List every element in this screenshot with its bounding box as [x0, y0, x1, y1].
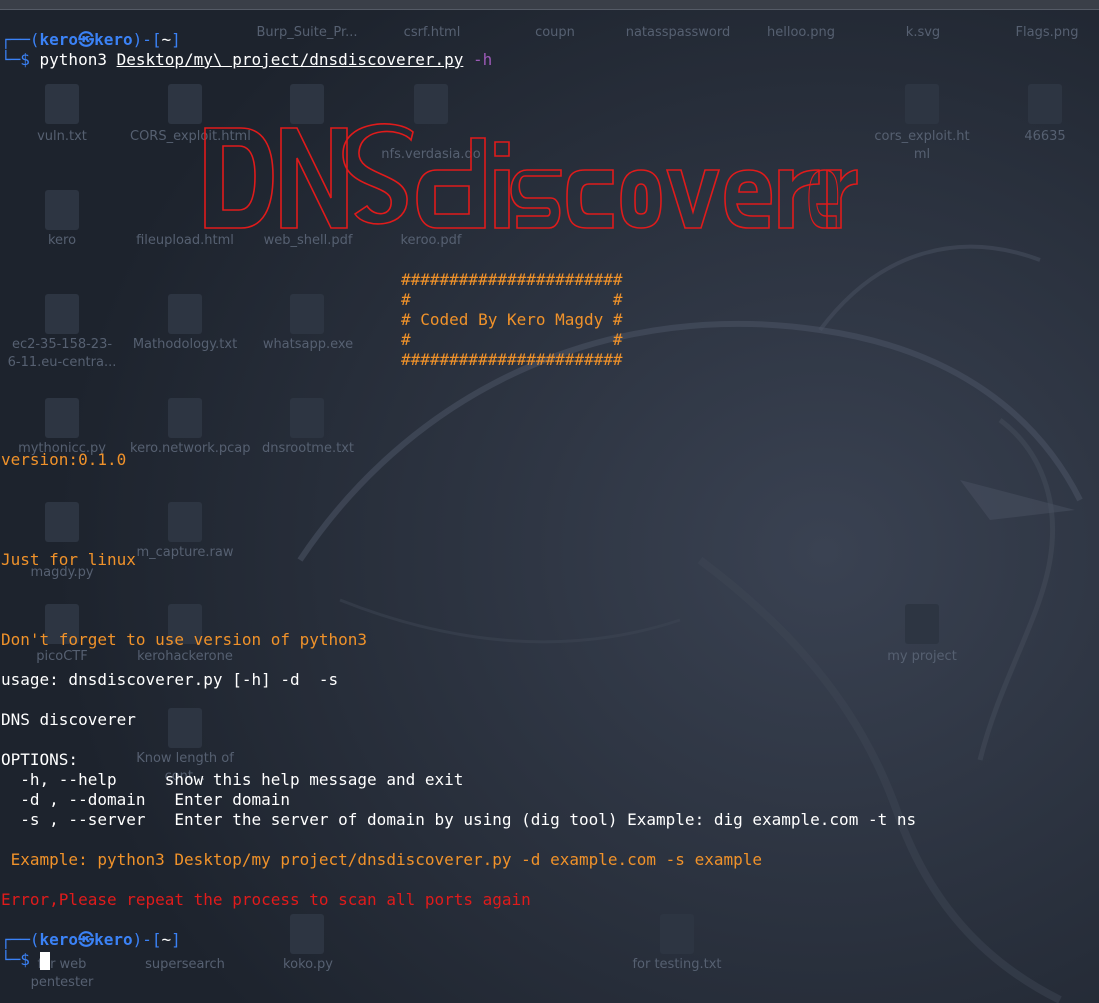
- dnsdiscoverer-banner-art: [204, 123, 858, 229]
- hash-box-line: #######################: [401, 350, 623, 369]
- input-line[interactable]: └─$: [1, 950, 50, 970]
- hash-box-line: # #: [401, 330, 623, 349]
- options-header: OPTIONS:: [1, 750, 79, 769]
- command-text: python3: [39, 50, 117, 69]
- prompt-user: kero㉿kero: [39, 930, 133, 949]
- prompt-directory: ~: [161, 930, 172, 949]
- hash-box-line: # #: [401, 290, 623, 309]
- command-path: Desktop/my\ project/dnsdiscoverer.py: [116, 50, 464, 69]
- example-text: Example: python3 Desktop/my project/dnsd…: [1, 850, 762, 869]
- description-text: DNS discoverer: [1, 710, 136, 729]
- terminal-output[interactable]: ┌──(kero㉿kero)-[~] └─$ python3 Desktop/m…: [1, 0, 1099, 1003]
- option-domain: -d , --domain Enter domain: [1, 790, 290, 809]
- prompt-line-2: ┌──(kero㉿kero)-[~]: [1, 930, 181, 949]
- option-help: -h, --help show this help message and ex…: [1, 770, 464, 789]
- option-server: -s , --server Enter the server of domain…: [1, 810, 917, 829]
- version-text: version:0.1.0: [1, 450, 127, 469]
- hash-box-line: #######################: [401, 270, 623, 289]
- hash-box-credit-line: # Coded By Kero Magdy #: [401, 310, 623, 329]
- linux-note: Just for linux: [1, 550, 136, 569]
- python-note: Don't forget to use version of python3: [1, 630, 368, 649]
- prompt-directory: ~: [161, 30, 172, 49]
- command-line: └─$ python3 Desktop/my\ project/dnsdisco…: [1, 50, 493, 69]
- prompt-line-1: ┌──(kero㉿kero)-[~]: [1, 30, 181, 49]
- usage-text: usage: dnsdiscoverer.py [-h] -d -s: [1, 670, 339, 689]
- text-cursor[interactable]: [39, 951, 50, 970]
- prompt-user: kero㉿kero: [39, 30, 133, 49]
- error-message: Error,Please repeat the process to scan …: [1, 890, 531, 909]
- command-flag: -h: [463, 50, 493, 69]
